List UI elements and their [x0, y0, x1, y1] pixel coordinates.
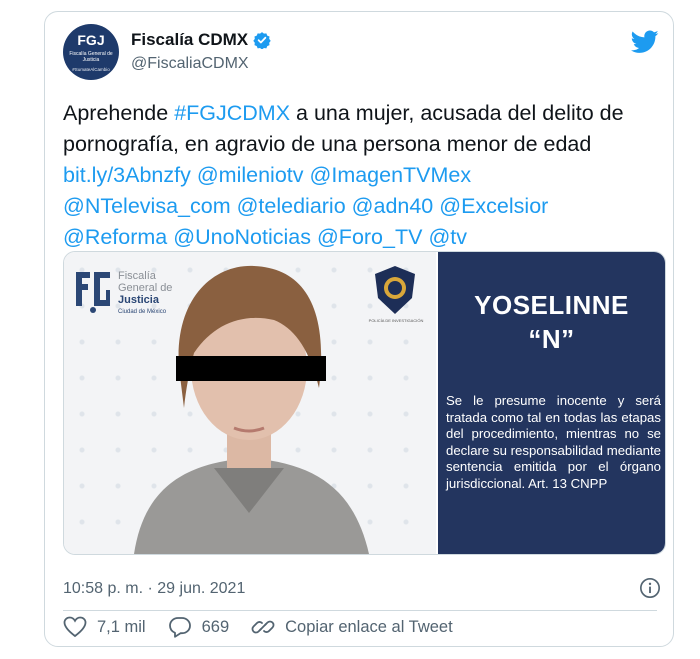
link-icon: [251, 620, 275, 634]
mention-link[interactable]: @UnoNoticias: [173, 225, 311, 249]
like-button[interactable]: 7,1 mil: [63, 616, 146, 638]
police-label: POLICÍA DE INVESTIGACIÓN: [368, 318, 424, 323]
copy-link-button[interactable]: Copiar enlace al Tweet: [251, 616, 453, 638]
tweet-text-start: Aprehende: [63, 101, 175, 125]
mention-link[interactable]: @mileniotv: [197, 163, 304, 187]
avatar[interactable]: FGJ Fiscalía General de Justicia #Sumate…: [63, 24, 119, 80]
reply-icon: [168, 617, 191, 638]
verified-badge-icon: [253, 32, 271, 49]
woman-figure: [134, 265, 369, 554]
person-initial: “N”: [528, 324, 575, 354]
mention-link[interactable]: @ImagenTVMex: [310, 163, 472, 187]
heart-icon: [63, 616, 87, 638]
fgj-logo-icon: [76, 272, 110, 313]
mention-link[interactable]: @telediario: [237, 194, 346, 218]
mention-link[interactable]: @Reforma: [63, 225, 167, 249]
avatar-label: Fiscalía General de Justicia: [69, 50, 113, 63]
like-count: 7,1 mil: [97, 617, 146, 636]
tweet-media-image[interactable]: Fiscalía General de Justicia Ciudad de M…: [63, 251, 666, 555]
presumption-disclaimer: Se le presume inocente y será tratada co…: [446, 393, 661, 491]
info-panel: YOSELINNE “N” Se le presume inocente y s…: [438, 252, 665, 554]
avatar-tag: #SumateAlCambio: [72, 66, 110, 72]
censor-bar: [176, 356, 326, 381]
mention-link[interactable]: @adn40: [352, 194, 434, 218]
reply-button[interactable]: 669: [168, 616, 230, 638]
tweet-card: FGJ Fiscalía General de Justicia #Sumate…: [44, 11, 674, 647]
action-bar: 7,1 mil 669 Copiar enlace al Tweet: [63, 614, 475, 640]
mugshot-photo: Fiscalía General de Justicia Ciudad de M…: [64, 252, 436, 554]
reply-count: 669: [201, 617, 230, 636]
mention-link[interactable]: @Foro_TV: [317, 225, 422, 249]
person-first-name: YOSELINNE: [474, 290, 629, 320]
mention-link[interactable]: @Excelsior: [439, 194, 548, 218]
twitter-bird-icon[interactable]: [631, 30, 659, 54]
police-badge-icon: [375, 266, 415, 314]
info-icon[interactable]: [639, 577, 661, 599]
mention-link[interactable]: @NTelevisa_com: [63, 194, 231, 218]
divider: [63, 610, 657, 611]
tweet-timestamp[interactable]: 10:58 p. m. · 29 jun. 2021: [63, 580, 245, 598]
account-handle[interactable]: @FiscaliaCDMX: [131, 55, 249, 73]
mention-link[interactable]: @tv: [428, 225, 467, 249]
account-name-row[interactable]: Fiscalía CDMX: [131, 30, 271, 50]
short-url-link[interactable]: bit.ly/3Abnzfy: [63, 163, 191, 187]
person-name: YOSELINNE “N”: [438, 288, 665, 356]
tweet-text: Aprehende #FGJCDMX a una mujer, acusada …: [63, 98, 663, 253]
copy-link-label: Copiar enlace al Tweet: [285, 617, 453, 636]
account-name[interactable]: Fiscalía CDMX: [131, 30, 248, 50]
hashtag-link[interactable]: #FGJCDMX: [174, 101, 290, 125]
fgj-avatar-icon: FGJ: [77, 31, 105, 48]
